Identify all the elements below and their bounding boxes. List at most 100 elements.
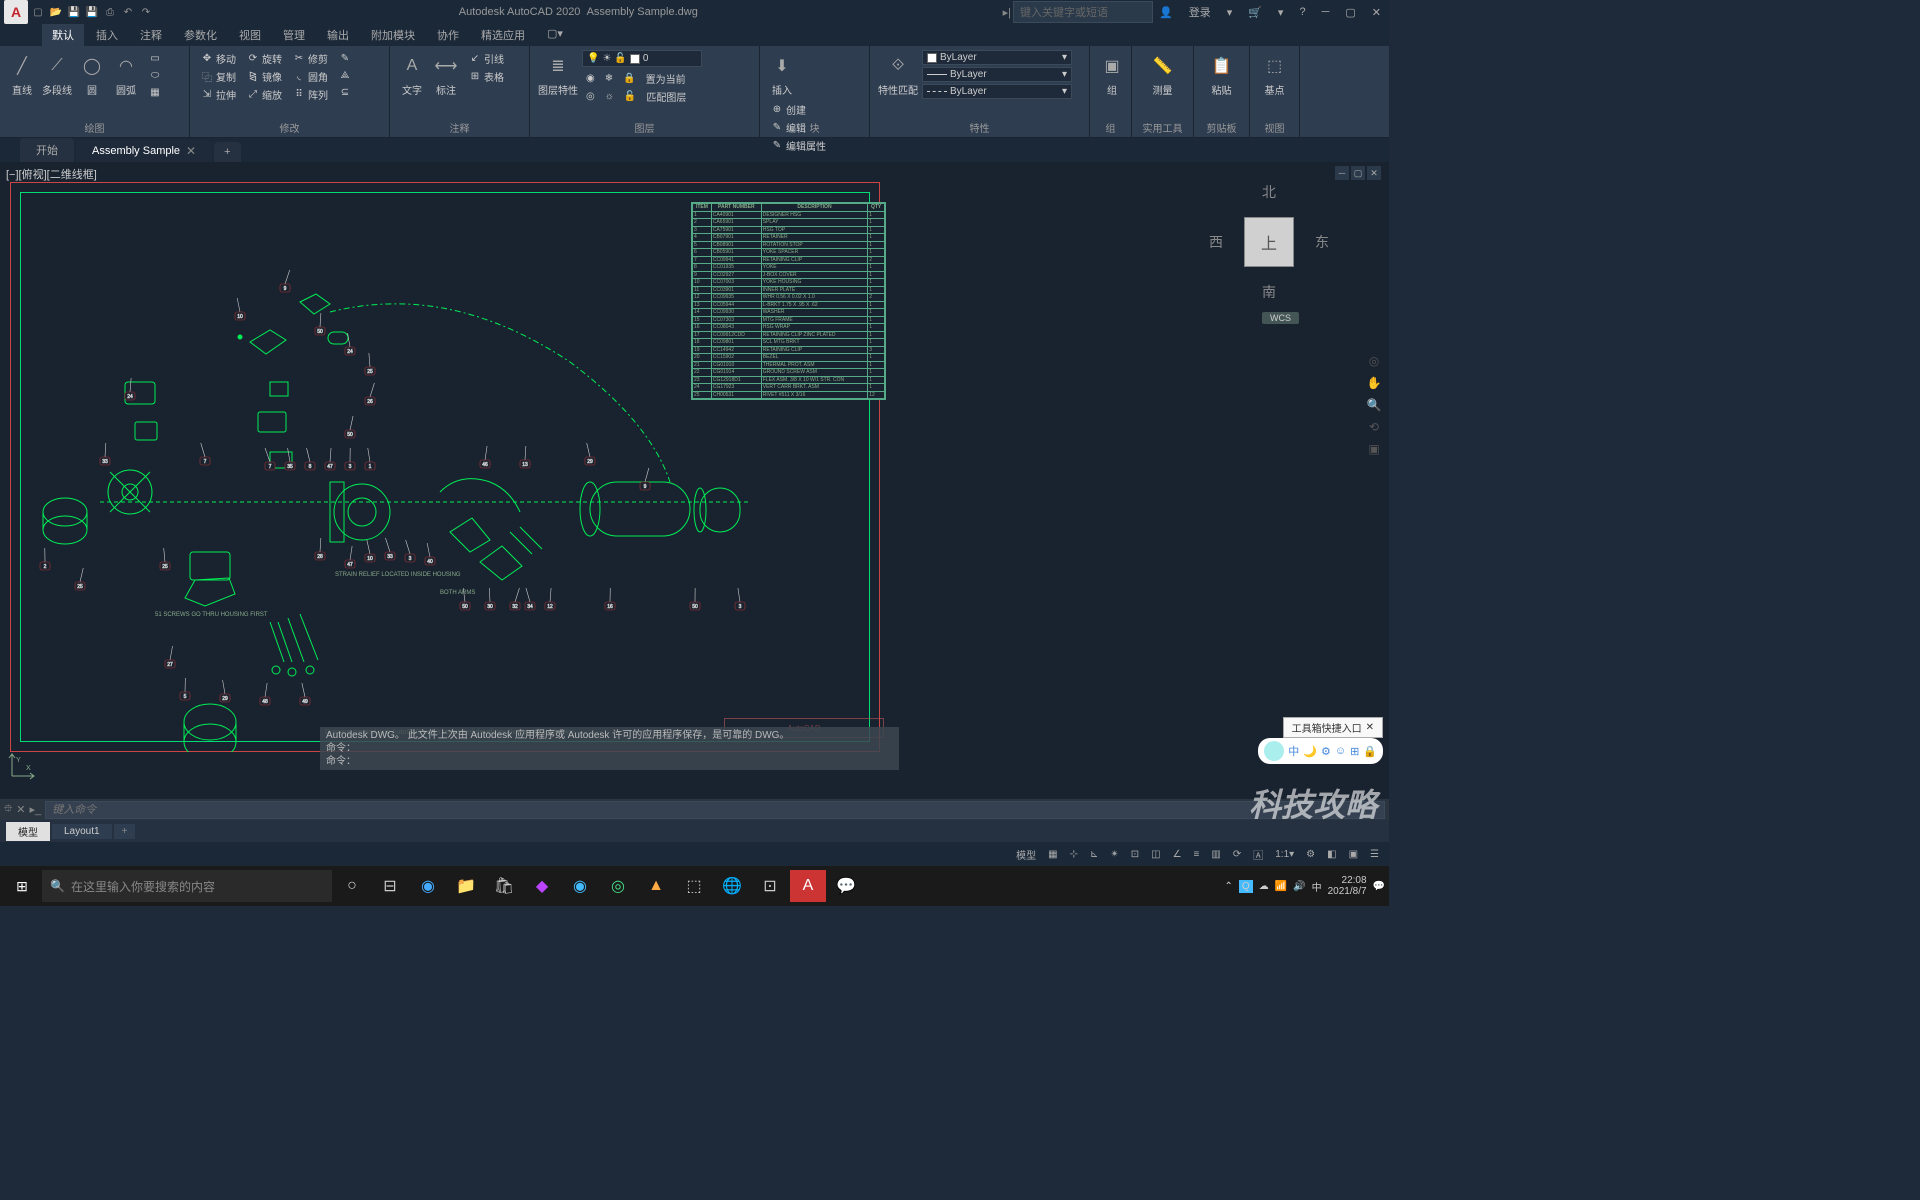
qat-saveas-icon[interactable]: 💾 bbox=[84, 4, 100, 20]
layer-freeze-icon[interactable]: ❄ bbox=[601, 70, 617, 87]
tray-app-icon[interactable]: Q bbox=[1239, 880, 1253, 893]
infocenter-icon[interactable]: ▸| bbox=[1003, 6, 1011, 19]
qat-plot-icon[interactable]: ⎙ bbox=[102, 4, 118, 20]
edge-icon[interactable]: ◉ bbox=[410, 870, 446, 902]
tab-featured[interactable]: 精选应用 bbox=[471, 24, 535, 46]
viewport-label[interactable]: [−][俯视][二维线框] bbox=[6, 166, 97, 182]
wechat-icon[interactable]: 💬 bbox=[828, 870, 864, 902]
linetype-dropdown[interactable]: ByLayer▾ bbox=[922, 84, 1072, 99]
assist-lock-icon[interactable]: 🔒 bbox=[1363, 745, 1377, 758]
tool-leader[interactable]: ↙引线 bbox=[464, 50, 508, 67]
dropdown-icon[interactable]: ▾ bbox=[1223, 6, 1237, 19]
maximize-icon[interactable]: ▢ bbox=[1341, 6, 1359, 19]
status-lwt-icon[interactable]: ≡ bbox=[1190, 847, 1204, 862]
tab-view[interactable]: 视图 bbox=[229, 24, 271, 46]
status-cycle-icon[interactable]: ⟳ bbox=[1229, 847, 1245, 862]
viewcube-north[interactable]: 北 bbox=[1262, 182, 1276, 202]
tab-addins[interactable]: 附加模块 bbox=[361, 24, 425, 46]
tab-insert[interactable]: 插入 bbox=[86, 24, 128, 46]
assist-ime-icon[interactable]: 中 bbox=[1288, 743, 1299, 759]
tool-move[interactable]: ✥移动 bbox=[196, 50, 240, 67]
cortana-icon[interactable]: ○ bbox=[334, 870, 370, 902]
tool-explode[interactable]: ⟁ bbox=[334, 67, 356, 83]
taskview-icon[interactable]: ⊟ bbox=[372, 870, 408, 902]
qat-open-icon[interactable]: 📂 bbox=[48, 4, 64, 20]
tool-array[interactable]: ⠿阵列 bbox=[288, 86, 332, 103]
tab-parametric[interactable]: 参数化 bbox=[174, 24, 227, 46]
taskbar-search[interactable]: 🔍在这里输入你要搜索的内容 bbox=[42, 870, 332, 902]
color-dropdown[interactable]: ByLayer▾ bbox=[922, 50, 1072, 65]
qat-redo-icon[interactable]: ↷ bbox=[138, 4, 154, 20]
layer-iso[interactable]: 置为当前 bbox=[642, 70, 690, 87]
lineweight-dropdown[interactable]: ByLayer▾ bbox=[922, 67, 1072, 82]
tool-insert-block[interactable]: ⬇插入 bbox=[766, 50, 798, 99]
status-clean-icon[interactable]: ▣ bbox=[1345, 847, 1362, 862]
app6-icon[interactable]: 🌐 bbox=[714, 870, 750, 902]
autocad-taskbar-icon[interactable]: A bbox=[790, 870, 826, 902]
tray-clock[interactable]: 22:082021/8/7 bbox=[1328, 875, 1367, 897]
tray-volume-icon[interactable]: 🔊 bbox=[1293, 881, 1305, 892]
tool-stretch[interactable]: ⇲拉伸 bbox=[196, 86, 240, 103]
status-custom-icon[interactable]: ☰ bbox=[1366, 847, 1383, 862]
layout-tab-add[interactable]: + bbox=[114, 824, 136, 839]
tool-base[interactable]: ⬚基点 bbox=[1256, 50, 1293, 99]
nav-showmotion-icon[interactable]: ▣ bbox=[1365, 440, 1383, 458]
viewcube-south[interactable]: 南 bbox=[1262, 282, 1276, 302]
login-link[interactable]: 登录 bbox=[1185, 4, 1215, 20]
tool-paste[interactable]: 📋粘贴 bbox=[1200, 50, 1243, 99]
help-search[interactable]: 键入关键字或短语 bbox=[1013, 1, 1153, 23]
file-tab-current[interactable]: Assembly Sample✕ bbox=[76, 140, 212, 162]
status-grid-icon[interactable]: ▦ bbox=[1044, 847, 1061, 862]
app5-icon[interactable]: ⬚ bbox=[676, 870, 712, 902]
nav-wheel-icon[interactable]: ◎ bbox=[1365, 352, 1383, 370]
autodesk-icon[interactable]: ▾ bbox=[1274, 6, 1288, 19]
layer-thaw-icon[interactable]: ☼ bbox=[601, 88, 618, 105]
tooltip-close-icon[interactable]: ✕ bbox=[1366, 722, 1374, 733]
status-scale-icon[interactable]: 1:1▾ bbox=[1271, 847, 1298, 862]
status-transp-icon[interactable]: ▥ bbox=[1207, 847, 1224, 862]
tab-close-icon[interactable]: ✕ bbox=[186, 144, 196, 158]
tray-wifi-icon[interactable]: 📶 bbox=[1275, 881, 1287, 892]
app7-icon[interactable]: ⊡ bbox=[752, 870, 788, 902]
tab-default[interactable]: 默认 bbox=[42, 24, 84, 46]
layout-tab-model[interactable]: 模型 bbox=[6, 822, 50, 841]
command-input[interactable] bbox=[45, 801, 1385, 819]
tool-trim[interactable]: ✂修剪 bbox=[288, 50, 332, 67]
layer-dropdown[interactable]: 💡☀🔓0 bbox=[582, 50, 702, 67]
viewcube-east[interactable]: 东 bbox=[1315, 232, 1329, 252]
status-osnap-icon[interactable]: ⊡ bbox=[1127, 847, 1143, 862]
app-logo[interactable]: A bbox=[4, 0, 28, 24]
tab-annotate[interactable]: 注释 bbox=[130, 24, 172, 46]
assistant-bubble[interactable]: 中 🌙 ⚙ ☺ ⊞ 🔒 bbox=[1258, 738, 1383, 764]
tab-expand-icon[interactable]: ▢▾ bbox=[537, 24, 573, 46]
nav-pan-icon[interactable]: ✋ bbox=[1365, 374, 1383, 392]
app4-icon[interactable]: ▲ bbox=[638, 870, 674, 902]
tool-fillet[interactable]: ◟圆角 bbox=[288, 68, 332, 85]
tool-mirror[interactable]: ⧎镜像 bbox=[242, 68, 286, 85]
status-model[interactable]: 模型 bbox=[1012, 845, 1040, 864]
viewcube[interactable]: 北 南 东 西 上 bbox=[1209, 182, 1329, 302]
tab-output[interactable]: 输出 bbox=[317, 24, 359, 46]
layer-lock-icon[interactable]: 🔒 bbox=[619, 70, 639, 87]
tool-erase[interactable]: ✎ bbox=[334, 50, 356, 66]
wcs-badge[interactable]: WCS bbox=[1262, 312, 1299, 324]
tool-create-block[interactable]: ⊕创建 bbox=[766, 101, 830, 118]
vp-min-icon[interactable]: ─ bbox=[1335, 166, 1349, 180]
app3-icon[interactable]: ◎ bbox=[600, 870, 636, 902]
viewcube-top[interactable]: 上 bbox=[1244, 217, 1294, 267]
explorer-icon[interactable]: 📁 bbox=[448, 870, 484, 902]
app1-icon[interactable]: ◆ bbox=[524, 870, 560, 902]
tool-rect[interactable]: ▭ bbox=[144, 50, 166, 66]
tool-offset[interactable]: ⊆ bbox=[334, 84, 356, 100]
a360-icon[interactable]: 👤 bbox=[1155, 6, 1177, 19]
tool-scale[interactable]: ⤢缩放 bbox=[242, 86, 286, 103]
toolbox-tooltip[interactable]: 工具箱快捷入口✕ bbox=[1283, 717, 1383, 738]
tab-manage[interactable]: 管理 bbox=[273, 24, 315, 46]
assist-grid-icon[interactable]: ⊞ bbox=[1350, 745, 1359, 758]
cmd-close-icon[interactable]: ✕ bbox=[16, 803, 25, 816]
cmd-history-icon[interactable]: ⯐ bbox=[4, 800, 12, 819]
status-otrack-icon[interactable]: ∠ bbox=[1169, 847, 1186, 862]
exchange-icon[interactable]: 🛒 bbox=[1244, 6, 1266, 19]
tool-group[interactable]: ▣组 bbox=[1096, 50, 1128, 99]
tool-table[interactable]: ⊞表格 bbox=[464, 68, 508, 85]
